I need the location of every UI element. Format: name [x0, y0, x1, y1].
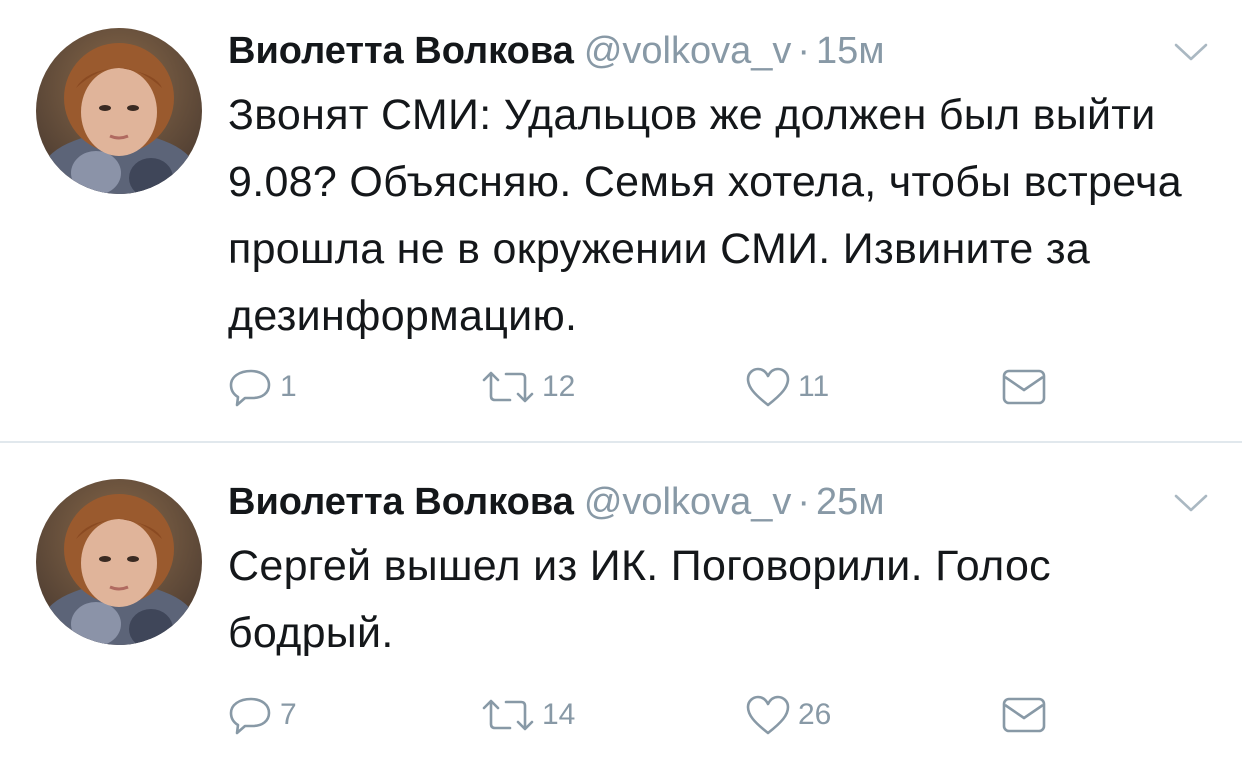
retweet-button[interactable]: 12: [480, 364, 575, 410]
chevron-down-icon[interactable]: [1172, 40, 1210, 64]
heart-icon: [746, 367, 790, 407]
tweet[interactable]: Виолетта Волкова @volkova_v · 25м Сергей вы…: [0, 443, 1242, 768]
separator: ·: [797, 30, 811, 72]
avatar[interactable]: [36, 28, 202, 194]
direct-message-button[interactable]: [1000, 692, 1048, 738]
tweet[interactable]: Виолетта Волкова @volkova_v · 15м Звонят СМ…: [0, 0, 1242, 441]
author-name[interactable]: Виолетта Волкова: [228, 30, 574, 72]
reply-icon: [229, 697, 271, 735]
avatar-photo: [36, 28, 202, 194]
chevron-down-icon[interactable]: [1172, 491, 1210, 515]
like-button[interactable]: 26: [744, 692, 831, 738]
tweet-timestamp[interactable]: 25м: [816, 481, 884, 523]
like-count: 11: [798, 370, 830, 403]
avatar[interactable]: [36, 479, 202, 645]
like-button[interactable]: 11: [744, 364, 829, 410]
envelope-icon: [1002, 369, 1046, 405]
tweet-actions: 1 12 11: [0, 364, 1242, 410]
author-handle[interactable]: @volkova_v: [584, 481, 792, 523]
tweet-header: Виолетта Волкова @volkova_v · 25м: [228, 478, 884, 526]
heart-icon: [746, 695, 790, 735]
tweet-timestamp[interactable]: 15м: [816, 30, 884, 72]
tweet-text: Сергей вышел из ИК. Поговорили. Голос бо…: [228, 542, 1051, 657]
retweet-icon: [482, 371, 534, 403]
tweet-text: Звонят СМИ: Удальцов же должен был выйти…: [228, 91, 1182, 340]
tweet-actions: 7 14 26: [0, 692, 1242, 738]
retweet-button[interactable]: 14: [480, 692, 575, 738]
author-handle[interactable]: @volkova_v: [584, 30, 792, 72]
retweet-icon: [482, 699, 534, 731]
retweet-count: 14: [542, 698, 576, 731]
reply-count: 7: [280, 698, 297, 731]
separator: ·: [797, 481, 811, 523]
envelope-icon: [1002, 697, 1046, 733]
retweet-count: 12: [542, 370, 576, 403]
direct-message-button[interactable]: [1000, 364, 1048, 410]
timeline: Виолетта Волкова @volkova_v · 15м Звонят СМ…: [0, 0, 1242, 768]
author-name[interactable]: Виолетта Волкова: [228, 481, 574, 523]
like-count: 26: [798, 698, 832, 731]
reply-button[interactable]: 1: [228, 364, 297, 410]
reply-count: 1: [280, 370, 297, 403]
reply-icon: [229, 369, 271, 407]
tweet-header: Виолетта Волкова @volkova_v · 15м: [228, 27, 884, 75]
avatar-photo: [36, 479, 202, 645]
reply-button[interactable]: 7: [228, 692, 297, 738]
